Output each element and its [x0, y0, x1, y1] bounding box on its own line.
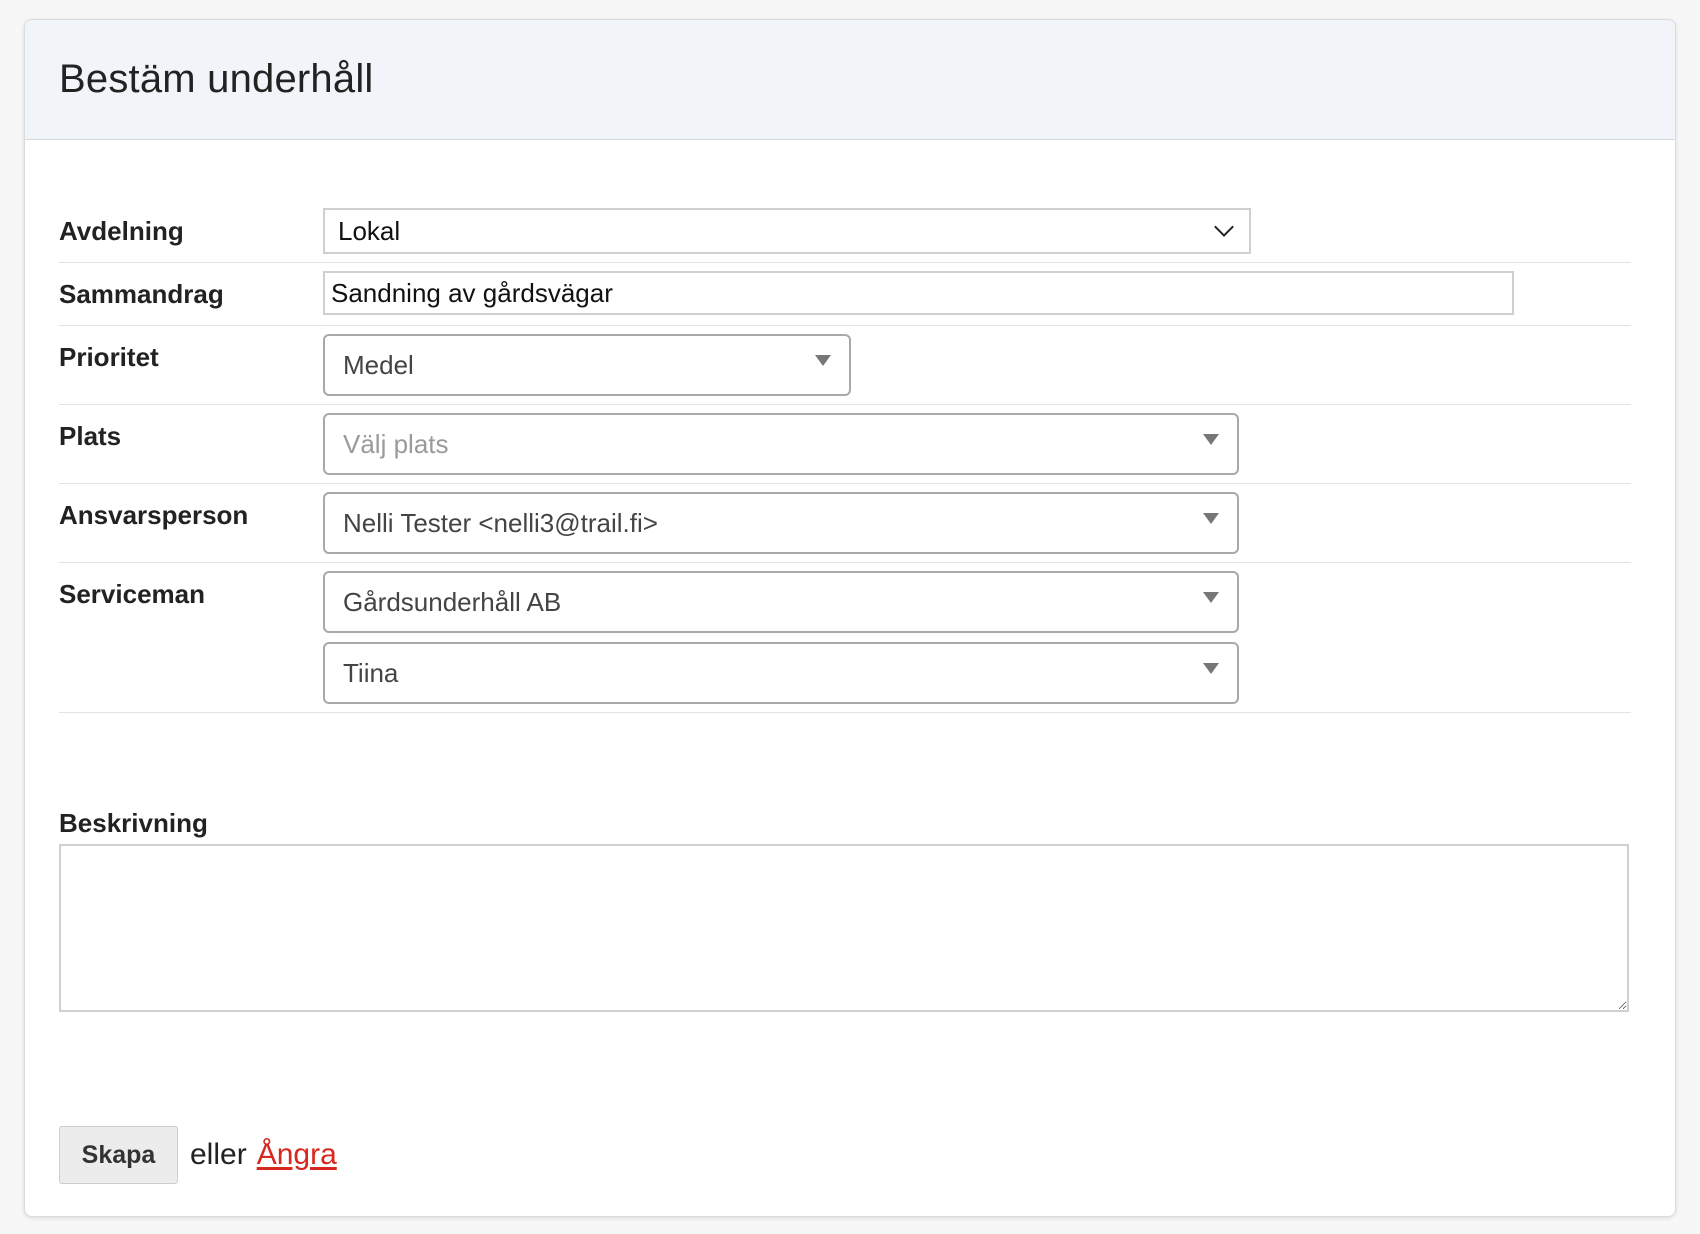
- description-textarea[interactable]: [59, 844, 1629, 1012]
- location-row: Plats Välj plats: [59, 405, 1631, 484]
- form-actions: Skapa eller Ångra: [59, 1126, 337, 1184]
- responsible-select[interactable]: Nelli Tester <nelli3@trail.fi>: [323, 492, 1239, 554]
- summary-input[interactable]: [323, 271, 1514, 315]
- chevron-down-icon: [1214, 217, 1234, 237]
- department-select-value: Lokal: [338, 215, 401, 246]
- cancel-link[interactable]: Ångra: [257, 1138, 337, 1172]
- description-label: Beskrivning: [59, 808, 208, 838]
- location-select-placeholder: Välj plats: [343, 428, 449, 459]
- caret-down-icon: [815, 354, 831, 366]
- caret-down-icon: [1203, 433, 1219, 445]
- responsible-label: Ansvarsperson: [59, 500, 249, 530]
- department-row: Avdelning Lokal: [59, 200, 1631, 263]
- caret-down-icon: [1203, 662, 1219, 674]
- create-button[interactable]: Skapa: [59, 1126, 178, 1184]
- serviceman-person-select[interactable]: Tiina: [323, 642, 1239, 704]
- maintenance-panel: Bestäm underhåll Avdelning Lokal Sammand…: [24, 19, 1676, 1217]
- serviceman-person-value: Tiina: [343, 657, 399, 688]
- page-title: Bestäm underhåll: [59, 57, 374, 101]
- caret-down-icon: [1203, 591, 1219, 603]
- priority-label: Prioritet: [59, 342, 159, 372]
- description-block: Beskrivning: [59, 806, 1631, 1012]
- priority-select-value: Medel: [343, 349, 414, 380]
- responsible-select-value: Nelli Tester <nelli3@trail.fi>: [343, 507, 658, 538]
- priority-row: Prioritet Medel: [59, 326, 1631, 405]
- panel-header: Bestäm underhåll: [25, 20, 1675, 140]
- priority-select[interactable]: Medel: [323, 334, 851, 396]
- department-label: Avdelning: [59, 216, 184, 246]
- serviceman-company-select[interactable]: Gårdsunderhåll AB: [323, 571, 1239, 633]
- caret-down-icon: [1203, 512, 1219, 524]
- responsible-row: Ansvarsperson Nelli Tester <nelli3@trail…: [59, 484, 1631, 563]
- location-label: Plats: [59, 421, 122, 451]
- summary-row: Sammandrag: [59, 263, 1631, 326]
- summary-label: Sammandrag: [59, 279, 224, 309]
- serviceman-label: Serviceman: [59, 579, 205, 609]
- serviceman-company-value: Gårdsunderhåll AB: [343, 586, 562, 617]
- serviceman-row: Serviceman Gårdsunderhåll AB Tiina: [59, 563, 1631, 713]
- department-select[interactable]: Lokal: [323, 208, 1251, 254]
- maintenance-form: Avdelning Lokal Sammandrag Prioritet Med…: [59, 200, 1631, 713]
- location-select[interactable]: Välj plats: [323, 413, 1239, 475]
- or-text: eller: [190, 1138, 247, 1171]
